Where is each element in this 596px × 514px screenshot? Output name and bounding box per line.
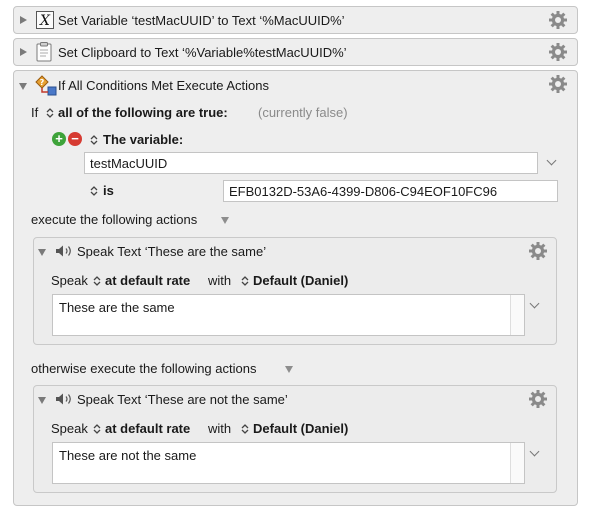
gear-icon[interactable] — [528, 389, 548, 409]
add-condition-button[interactable]: + — [52, 132, 66, 146]
updown-arrows-icon — [93, 424, 101, 434]
svg-text:X: X — [39, 13, 51, 29]
speak-label: Speak — [51, 273, 88, 288]
action-title: Speak Text ‘These are the same’ — [77, 244, 267, 259]
disclosure-triangle-collapsed-icon[interactable] — [20, 16, 27, 24]
condition-value-field[interactable]: EFB0132D-53A6-4399-D806-C94EOF10FC96 — [223, 180, 558, 202]
disclosure-triangle-expanded-icon[interactable] — [38, 249, 46, 256]
variable-icon: X — [36, 11, 54, 29]
with-label: with — [208, 273, 232, 288]
with-label: with — [208, 421, 232, 436]
voice-popup[interactable]: Default (Daniel) — [241, 272, 361, 290]
disclosure-triangle-expanded-icon[interactable] — [19, 83, 27, 90]
action-set-variable[interactable]: X Set Variable ‘testMacUUID’ to Text ‘%M… — [13, 6, 578, 34]
gear-icon[interactable] — [548, 10, 568, 30]
chevron-down-icon[interactable] — [529, 298, 540, 309]
then-actions-menu-icon[interactable] — [221, 217, 229, 224]
speak-rate-value: at default rate — [105, 273, 191, 288]
variable-name-field[interactable]: testMacUUID — [84, 152, 538, 174]
updown-arrows-icon — [90, 135, 98, 145]
then-actions-label: execute the following actions — [31, 212, 198, 227]
action-title: Set Variable ‘testMacUUID’ to Text ‘%Mac… — [58, 13, 345, 28]
speaker-icon — [56, 393, 71, 405]
condition-mode-value: all of the following are true: — [58, 105, 228, 120]
gear-icon[interactable] — [548, 42, 568, 62]
speak-label: Speak — [51, 421, 88, 436]
speak-rate-popup[interactable]: at default rate — [93, 420, 198, 438]
updown-arrows-icon — [90, 186, 98, 196]
action-title: Speak Text ‘These are not the same’ — [77, 392, 288, 407]
updown-arrows-icon — [93, 276, 101, 286]
textarea-scrollbar[interactable] — [510, 443, 524, 483]
speak-text-area[interactable]: These are not the same — [52, 442, 525, 484]
disclosure-triangle-collapsed-icon[interactable] — [20, 48, 27, 56]
speak-rate-value: at default rate — [105, 421, 191, 436]
then-speak-text-action[interactable]: Speak Text ‘These are the same’ Speak at… — [33, 237, 557, 345]
voice-value: Default (Daniel) — [253, 421, 349, 436]
if-label: If — [31, 105, 39, 120]
action-set-clipboard[interactable]: Set Clipboard to Text ‘%Variable%testMac… — [13, 38, 578, 66]
operator-popup[interactable]: is — [90, 182, 130, 200]
gear-icon[interactable] — [528, 241, 548, 261]
condition-type-label: The variable: — [103, 132, 184, 147]
speak-rate-popup[interactable]: at default rate — [93, 272, 198, 290]
voice-popup[interactable]: Default (Daniel) — [241, 420, 361, 438]
speak-text-area[interactable]: These are the same — [52, 294, 525, 336]
updown-arrows-icon — [241, 424, 249, 434]
condition-status: (currently false) — [258, 105, 348, 120]
if-then-icon: ? — [35, 75, 57, 96]
speak-text-value: These are the same — [59, 300, 175, 315]
updown-arrows-icon — [46, 108, 54, 118]
voice-value: Default (Daniel) — [253, 273, 349, 288]
action-title: Set Clipboard to Text ‘%Variable%testMac… — [58, 45, 347, 60]
textarea-scrollbar[interactable] — [510, 295, 524, 335]
remove-condition-button[interactable]: − — [68, 132, 82, 146]
condition-mode-popup[interactable]: all of the following are true: — [46, 104, 236, 122]
operator-value: is — [103, 183, 114, 198]
else-actions-label: otherwise execute the following actions — [31, 361, 257, 376]
chevron-down-icon[interactable] — [529, 446, 540, 457]
else-actions-menu-icon[interactable] — [285, 366, 293, 373]
action-title: If All Conditions Met Execute Actions — [58, 78, 269, 93]
gear-icon[interactable] — [548, 74, 568, 94]
updown-arrows-icon — [241, 276, 249, 286]
svg-text:?: ? — [40, 78, 45, 87]
speak-text-value: These are not the same — [59, 448, 197, 463]
disclosure-triangle-expanded-icon[interactable] — [38, 397, 46, 404]
condition-type-popup[interactable]: The variable: — [90, 131, 200, 149]
clipboard-icon — [36, 42, 52, 62]
speaker-icon — [56, 245, 71, 257]
else-speak-text-action[interactable]: Speak Text ‘These are not the same’ Spea… — [33, 385, 557, 493]
